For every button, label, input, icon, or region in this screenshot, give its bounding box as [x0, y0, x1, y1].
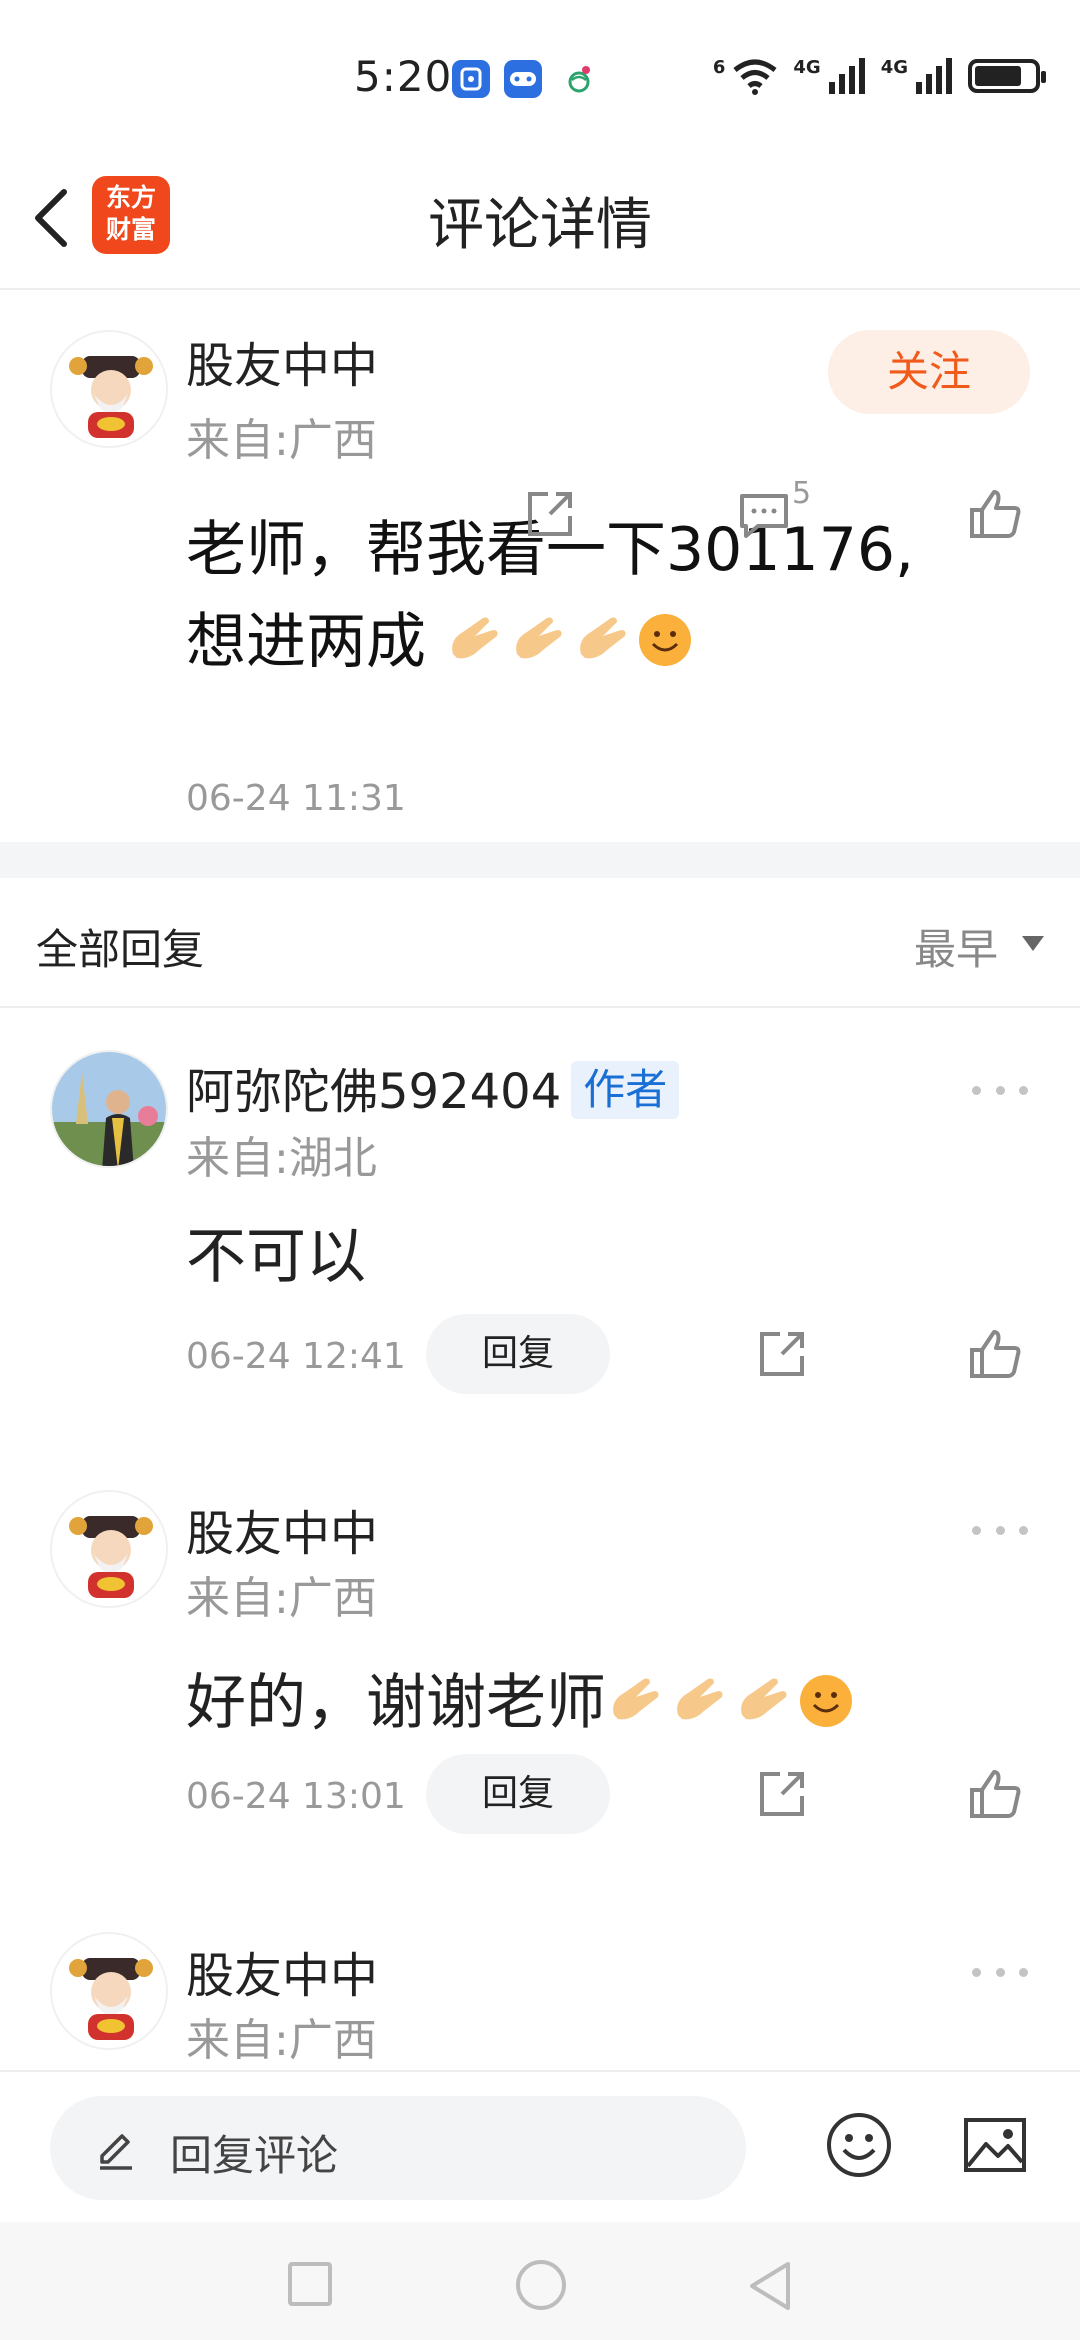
reply-button[interactable]: 回复 — [426, 1314, 610, 1394]
reply-count: 5 — [792, 476, 812, 511]
recent-apps-icon[interactable] — [288, 2262, 332, 2306]
share-button[interactable] — [752, 1764, 812, 1824]
more-options-icon[interactable] — [972, 1522, 1028, 1538]
ok-hand-emoji-icon — [677, 1678, 723, 1720]
fortune-god-avatar-icon — [52, 1492, 166, 1606]
share-icon — [760, 1332, 804, 1376]
username[interactable]: 股友中中 — [186, 1936, 378, 2006]
username-text: 阿弥陀佛592404 — [186, 1064, 562, 1120]
like-button[interactable] — [966, 1324, 1026, 1384]
comment-time: 06-24 11:31 — [186, 778, 406, 819]
system-nav-bar — [0, 2222, 1080, 2340]
avatar[interactable] — [50, 1490, 168, 1608]
ok-hand-emoji-icon — [580, 617, 626, 659]
follow-button[interactable]: 关注 — [828, 330, 1030, 414]
sort-dropdown[interactable]: 最早 — [914, 916, 998, 977]
username[interactable]: 阿弥陀佛592404 作者 — [186, 1052, 680, 1122]
smile-emoji-icon — [639, 614, 692, 666]
battery-icon — [968, 59, 1046, 93]
smiley-icon — [827, 2113, 891, 2177]
signal-icon — [916, 58, 952, 94]
share-icon — [528, 492, 572, 536]
app-icon-blue — [452, 60, 490, 98]
status-time: 5:20 — [354, 52, 453, 101]
top-nav-header: 东方 财富 评论详情 — [0, 150, 1080, 290]
more-options-icon[interactable] — [972, 1964, 1028, 1980]
back-triangle-icon[interactable] — [744, 2258, 794, 2314]
reply-item: 股友中中 来自:广西 — [0, 1892, 1080, 2070]
reply-item: 股友中中 来自:广西 好的，谢谢老师 06-24 13:01 回复 — [0, 1450, 1080, 1870]
avatar[interactable] — [50, 1932, 168, 2050]
pencil-icon — [100, 2134, 132, 2170]
fortune-god-avatar-icon — [52, 1934, 166, 2048]
reply-comment-input[interactable]: 回复评论 — [50, 2096, 746, 2200]
ok-hand-emoji-icon — [613, 1678, 659, 1720]
network-label: 4G — [880, 56, 908, 78]
smile-emoji-icon — [800, 1675, 852, 1727]
comment-icon — [740, 494, 788, 538]
network-label: 4G — [793, 56, 821, 78]
reply-input-bar: 回复评论 — [0, 2070, 1080, 2222]
like-button[interactable] — [966, 484, 1026, 544]
comment-text-line2: 想进两成 — [186, 607, 426, 677]
status-bar: 5:20 6 4G 4G — [0, 0, 1080, 150]
home-icon[interactable] — [516, 2260, 566, 2310]
replies-header: 全部回复 最早 — [0, 878, 1080, 1008]
location: 来自:广西 — [186, 2015, 377, 2066]
location: 来自:广西 — [186, 415, 377, 466]
more-options-icon[interactable] — [972, 1082, 1028, 1098]
replies-title: 全部回复 — [36, 925, 205, 974]
reply-time: 06-24 12:41 — [186, 1336, 406, 1377]
reply-time: 06-24 13:01 — [186, 1776, 406, 1817]
share-button[interactable] — [752, 1324, 812, 1384]
ok-hand-emoji-icon — [452, 617, 498, 659]
network-label: 6 — [712, 56, 726, 78]
location: 来自:广西 — [186, 1573, 377, 1624]
fortune-god-avatar-icon — [52, 332, 166, 446]
status-right: 6 4G 4G — [712, 56, 1046, 96]
avatar[interactable] — [50, 1050, 168, 1168]
reply-text: 不可以 — [186, 1222, 366, 1292]
ok-hand-emoji-icon — [516, 617, 562, 659]
mobile-icon — [560, 60, 598, 98]
location: 来自:湖北 — [186, 1133, 377, 1184]
reply-item: 阿弥陀佛592404 作者 来自:湖北 不可以 06-24 12:41 回复 — [0, 1010, 1080, 1430]
username[interactable]: 股友中中 — [186, 1494, 378, 1564]
comment-text-line1: 老师，帮我看一下301176, — [186, 515, 915, 585]
reply-text: 好的，谢谢老师 — [186, 1654, 854, 1741]
thumbs-up-icon — [970, 1330, 1021, 1378]
image-icon — [964, 2118, 1026, 2172]
emoji-button[interactable] — [824, 2110, 894, 2180]
image-button[interactable] — [960, 2110, 1030, 2180]
reply-button[interactable]: 回复 — [426, 1754, 610, 1834]
page-title: 评论详情 — [428, 193, 652, 258]
section-divider — [0, 842, 1080, 878]
thumbs-up-icon — [970, 490, 1021, 538]
share-icon — [760, 1772, 804, 1816]
comment-button[interactable] — [734, 484, 794, 544]
main-comment: 股友中中 来自:广西 关注 老师，帮我看一下301176, 想进两成 06-24… — [0, 292, 1080, 842]
signal-icon — [828, 58, 865, 94]
input-placeholder: 回复评论 — [170, 2131, 339, 2180]
user-photo-avatar-icon — [52, 1052, 166, 1166]
avatar[interactable] — [50, 330, 168, 448]
username[interactable]: 股友中中 — [186, 326, 378, 396]
wifi-icon — [733, 59, 777, 95]
comment-text: 老师，帮我看一下301176, 想进两成 — [186, 504, 1026, 688]
author-badge: 作者 — [571, 1061, 680, 1119]
reply-text-content: 好的，谢谢老师 — [186, 1668, 606, 1738]
thumbs-up-icon — [970, 1770, 1021, 1818]
dropdown-arrow-icon[interactable] — [1022, 936, 1044, 951]
like-button[interactable] — [966, 1764, 1026, 1824]
game-icon — [504, 60, 542, 98]
share-button[interactable] — [520, 484, 580, 544]
ok-hand-emoji-icon — [741, 1678, 787, 1720]
